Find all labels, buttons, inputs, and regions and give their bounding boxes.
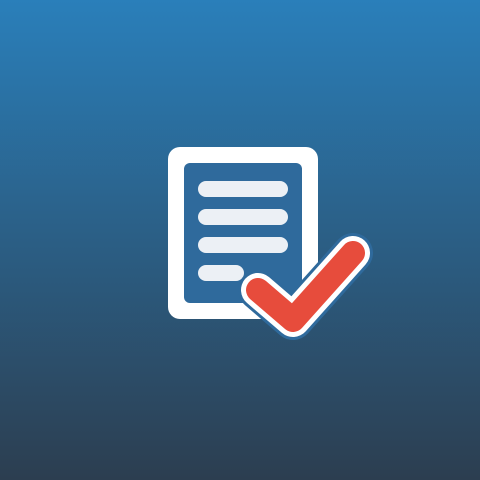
checklist-document-icon: [0, 0, 480, 480]
app-icon-canvas: [0, 0, 480, 480]
document-line: [198, 265, 244, 281]
document-line: [198, 237, 288, 253]
document-line: [198, 209, 288, 225]
document-line: [198, 181, 288, 197]
